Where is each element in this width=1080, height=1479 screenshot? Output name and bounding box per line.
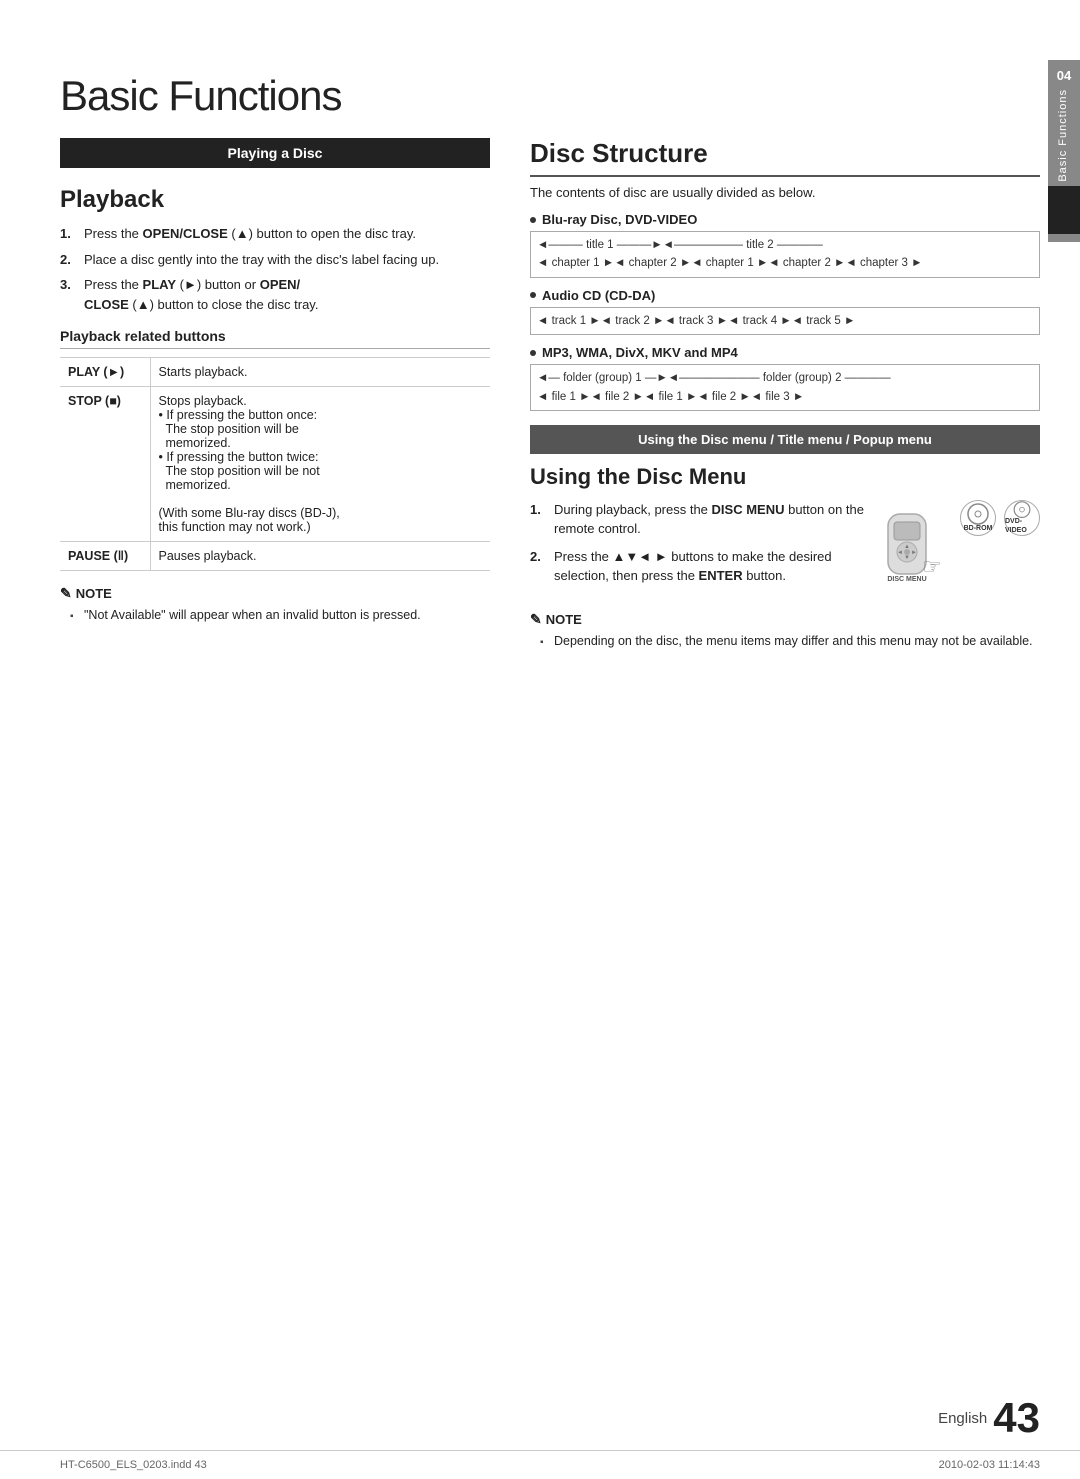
step-1-num: 1. — [60, 224, 76, 244]
right-note-heading: ✎ NOTE — [530, 611, 1040, 628]
right-note-section: ✎ NOTE Depending on the disc, the menu i… — [530, 611, 1040, 651]
right-note-item-1: Depending on the disc, the menu items ma… — [540, 632, 1040, 651]
step-1-text: Press the OPEN/CLOSE (▲) button to open … — [84, 224, 490, 244]
disc-step-1-text: During playback, press the DISC MENU but… — [554, 500, 868, 539]
english-label: English — [938, 1410, 987, 1427]
disc-category-mp3: MP3, WMA, DivX, MKV and MP4 ◄— folder (g… — [530, 345, 1040, 411]
mp3-category-name: MP3, WMA, DivX, MKV and MP4 — [530, 345, 1040, 360]
step-3-num: 3. — [60, 275, 76, 314]
disc-category-cd: Audio CD (CD-DA) ◄ track 1 ►◄ track 2 ►◄… — [530, 288, 1040, 335]
bd-rom-circle — [967, 503, 989, 525]
svg-text:☞: ☞ — [922, 554, 942, 579]
mp3-row1: ◄— folder (group) 1 —►◄——————— folder (g… — [537, 369, 1033, 387]
table-row-pause: PAUSE (‖) Pauses playback. — [60, 542, 490, 571]
svg-text:◄: ◄ — [897, 550, 903, 556]
svg-text:DISC MENU: DISC MENU — [887, 576, 926, 583]
footer-right: 2010-02-03 11:14:43 — [939, 1459, 1040, 1471]
svg-text:►: ► — [911, 550, 917, 556]
disc-icons: BD-ROM DVD-VIDEO — [960, 500, 1040, 536]
left-column: Playing a Disc Playback 1. Press the OPE… — [60, 138, 520, 1389]
table-row-stop: STOP (■) Stops playback. • If pressing t… — [60, 387, 490, 542]
playback-table: PLAY (►) Starts playback. STOP (■) Stops… — [60, 357, 490, 571]
main-heading: Basic Functions — [60, 52, 1030, 120]
note-label: NOTE — [76, 586, 112, 601]
disc-category-bluray: Blu-ray Disc, DVD-VIDEO ◄——— title 1 ———… — [530, 212, 1040, 278]
right-note-icon: ✎ — [530, 611, 542, 628]
chapter-number: 04 — [1057, 68, 1071, 83]
page: 04 Basic Functions Basic Functions Playi… — [0, 0, 1080, 1479]
svg-text:▼: ▼ — [904, 555, 910, 561]
note-icon: ✎ — [60, 585, 72, 602]
bluray-label: Blu-ray Disc, DVD-VIDEO — [542, 212, 697, 227]
stop-value: Stops playback. • If pressing the button… — [150, 387, 490, 542]
playback-steps: 1. Press the OPEN/CLOSE (▲) button to op… — [60, 224, 490, 314]
footer-left: HT-C6500_ELS_0203.indd 43 — [60, 1459, 207, 1471]
mp3-row2: ◄ file 1 ►◄ file 2 ►◄ file 1 ►◄ file 2 ►… — [537, 388, 1033, 406]
cd-row1: ◄ track 1 ►◄ track 2 ►◄ track 3 ►◄ track… — [537, 312, 1033, 330]
playback-related-heading: Playback related buttons — [60, 328, 490, 349]
step-2: 2. Place a disc gently into the tray wit… — [60, 250, 490, 270]
disc-menu-section: BD-ROM DVD-VIDEO — [530, 500, 1040, 599]
step-2-num: 2. — [60, 250, 76, 270]
bluray-diagram: ◄——— title 1 ———►◄—————— title 2 ———— ◄ … — [530, 231, 1040, 278]
dvd-video-label: DVD-VIDEO — [1005, 518, 1039, 535]
bullet-dot-cd — [530, 292, 536, 298]
dvd-video-icon: DVD-VIDEO — [1004, 500, 1040, 536]
stop-key: STOP (■) — [60, 387, 150, 542]
side-tab-accent — [1048, 186, 1080, 234]
note-item-1: "Not Available" will appear when an inva… — [70, 606, 490, 625]
cd-diagram: ◄ track 1 ►◄ track 2 ►◄ track 3 ►◄ track… — [530, 307, 1040, 335]
pause-value: Pauses playback. — [150, 542, 490, 571]
disc-step-2: 2. Press the ▲▼◄ ► buttons to make the d… — [530, 547, 868, 586]
remote-svg: ▲ ▼ ◄ ► DISC MENU ☞ — [878, 506, 948, 596]
bullet-dot-mp3 — [530, 350, 536, 356]
note-section: ✎ NOTE "Not Available" will appear when … — [60, 585, 490, 625]
right-column: Disc Structure The contents of disc are … — [520, 138, 1040, 1389]
step-3: 3. Press the PLAY (►) button or OPEN/CLO… — [60, 275, 490, 314]
disc-menu-remote: ▲ ▼ ◄ ► DISC MENU ☞ — [878, 506, 948, 599]
right-note-label: NOTE — [546, 612, 582, 627]
bd-rom-icon: BD-ROM — [960, 500, 996, 536]
step-3-text: Press the PLAY (►) button or OPEN/CLOSE … — [84, 275, 490, 314]
playback-heading: Playback — [60, 186, 490, 214]
disc-step-1: 1. During playback, press the DISC MENU … — [530, 500, 868, 539]
bluray-category-name: Blu-ray Disc, DVD-VIDEO — [530, 212, 1040, 227]
using-disc-box: Using the Disc menu / Title menu / Popup… — [530, 425, 1040, 454]
bluray-row2: ◄ chapter 1 ►◄ chapter 2 ►◄ chapter 1 ►◄… — [537, 254, 1033, 272]
bd-rom-label: BD-ROM — [964, 525, 993, 533]
main-content: Playing a Disc Playback 1. Press the OPE… — [0, 138, 1080, 1389]
disc-structure-desc: The contents of disc are usually divided… — [530, 185, 1040, 200]
bluray-row1: ◄——— title 1 ———►◄—————— title 2 ———— — [537, 236, 1033, 254]
note-heading: ✎ NOTE — [60, 585, 490, 602]
playing-disc-box: Playing a Disc — [60, 138, 490, 168]
pause-key: PAUSE (‖) — [60, 542, 150, 571]
disc-structure-heading: Disc Structure — [530, 138, 1040, 177]
disc-menu-heading: Using the Disc Menu — [530, 464, 1040, 490]
mp3-label: MP3, WMA, DivX, MKV and MP4 — [542, 345, 738, 360]
step-1: 1. Press the OPEN/CLOSE (▲) button to op… — [60, 224, 490, 244]
disc-step-2-num: 2. — [530, 547, 546, 586]
play-value: Starts playback. — [150, 358, 490, 387]
side-tab: 04 Basic Functions — [1048, 60, 1080, 242]
footer: HT-C6500_ELS_0203.indd 43 2010-02-03 11:… — [0, 1450, 1080, 1479]
chapter-title: Basic Functions — [1057, 89, 1070, 182]
right-note-list: Depending on the disc, the menu items ma… — [530, 632, 1040, 651]
table-row-play: PLAY (►) Starts playback. — [60, 358, 490, 387]
page-number-area: English 43 — [0, 1397, 1080, 1439]
disc-step-1-num: 1. — [530, 500, 546, 539]
svg-text:▲: ▲ — [904, 544, 910, 550]
disc-step-2-text: Press the ▲▼◄ ► buttons to make the desi… — [554, 547, 868, 586]
dvd-video-circle — [1011, 501, 1033, 518]
cd-category-name: Audio CD (CD-DA) — [530, 288, 1040, 303]
play-key: PLAY (►) — [60, 358, 150, 387]
mp3-diagram: ◄— folder (group) 1 —►◄——————— folder (g… — [530, 364, 1040, 411]
bullet-dot — [530, 217, 536, 223]
note-list: "Not Available" will appear when an inva… — [60, 606, 490, 625]
step-2-text: Place a disc gently into the tray with t… — [84, 250, 490, 270]
page-number: 43 — [993, 1397, 1040, 1439]
cd-label: Audio CD (CD-DA) — [542, 288, 655, 303]
